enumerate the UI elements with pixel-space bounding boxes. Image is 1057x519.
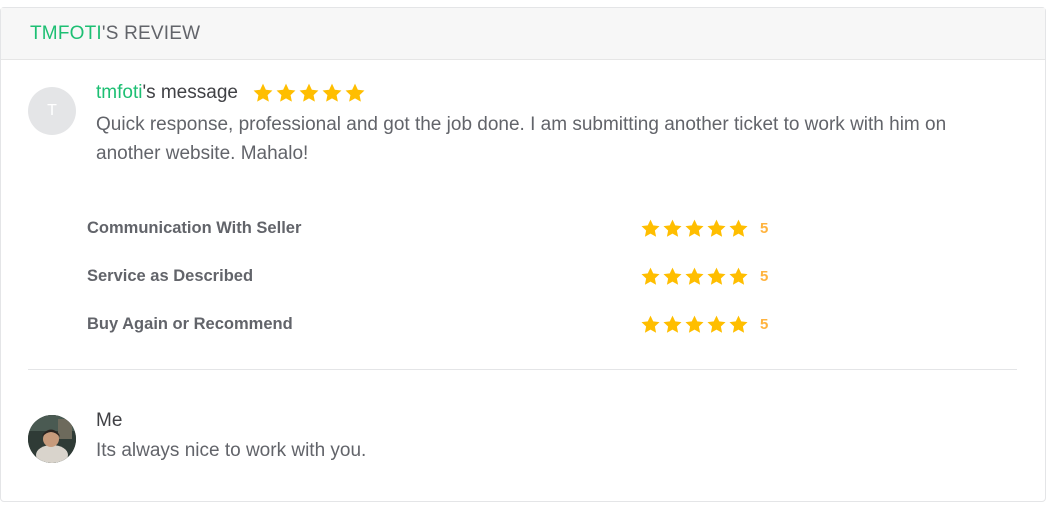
rating-stars	[640, 218, 749, 239]
star-icon	[663, 267, 682, 285]
star-icon	[641, 315, 660, 333]
star-icon	[276, 83, 296, 102]
review-header: TMFOTI 'S REVIEW	[1, 8, 1045, 60]
reviewer-name-link[interactable]: tmfoti	[96, 82, 142, 104]
section-divider	[28, 369, 1017, 370]
star-icon	[641, 267, 660, 285]
star-icon	[729, 267, 748, 285]
star-icon	[685, 267, 704, 285]
rating-row-recommend: Buy Again or Recommend 5	[87, 313, 787, 337]
star-icon	[663, 315, 682, 333]
reviewer-avatar: T	[28, 87, 76, 135]
reply-author-name: Me	[96, 410, 123, 431]
rating-value: 5	[760, 316, 769, 333]
star-icon	[322, 83, 342, 102]
star-icon	[729, 219, 748, 237]
rating-row-service: Service as Described 5	[87, 265, 787, 289]
star-icon	[707, 315, 726, 333]
overall-stars	[252, 82, 366, 104]
rating-value: 5	[760, 268, 769, 285]
seller-avatar-photo	[28, 415, 76, 463]
star-icon	[729, 315, 748, 333]
rating-stars	[640, 266, 749, 287]
star-icon	[253, 83, 273, 102]
star-icon	[663, 219, 682, 237]
rating-label: Communication With Seller	[87, 219, 302, 237]
reply-text: Its always nice to work with you.	[96, 440, 367, 461]
rating-value: 5	[760, 220, 769, 237]
avatar-initial: T	[47, 102, 57, 119]
star-icon	[707, 267, 726, 285]
star-icon	[345, 83, 365, 102]
star-icon	[685, 315, 704, 333]
star-icon	[685, 219, 704, 237]
message-label: 's message	[142, 82, 238, 103]
review-message-heading: tmfoti's message	[96, 82, 366, 104]
rating-label: Buy Again or Recommend	[87, 315, 293, 333]
header-title-suffix: 'S REVIEW	[101, 22, 201, 44]
rating-row-communication: Communication With Seller 5	[87, 217, 787, 241]
review-text: Quick response, professional and got the…	[96, 114, 947, 164]
avatar-photo-icon	[28, 415, 76, 463]
star-icon	[299, 83, 319, 102]
rating-label: Service as Described	[87, 267, 254, 285]
header-username: TMFOTI	[30, 22, 102, 44]
rating-stars	[640, 314, 749, 335]
star-icon	[641, 219, 660, 237]
star-icon	[707, 219, 726, 237]
